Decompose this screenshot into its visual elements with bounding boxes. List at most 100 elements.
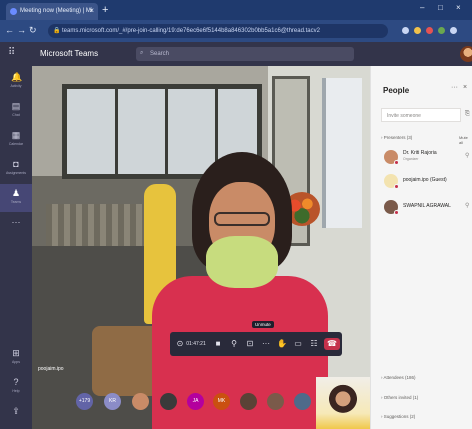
participant-role: Organizer xyxy=(403,157,419,161)
participant-avatar[interactable] xyxy=(294,393,311,410)
rail-label: Activity xyxy=(10,84,22,88)
more-options-icon[interactable]: ··· xyxy=(451,84,458,91)
minimize-icon[interactable]: – xyxy=(420,3,424,12)
upload-icon: ⇪ xyxy=(12,406,20,416)
close-tab-icon[interactable]: × xyxy=(89,6,94,15)
participant-name: poojaim.ipo (Guest) xyxy=(403,177,447,183)
rail-item-chat[interactable]: ▤ Chat xyxy=(0,97,32,125)
close-window-icon[interactable]: × xyxy=(456,3,461,12)
teams-icon: ♟ xyxy=(11,188,21,198)
rail-label: Chat xyxy=(12,113,20,117)
mute-all-button[interactable]: Mute all xyxy=(459,135,472,145)
close-icon[interactable]: × xyxy=(463,84,467,91)
share-invite-icon[interactable]: ⎘ xyxy=(465,111,470,118)
invite-input[interactable]: Invite someone xyxy=(381,108,461,122)
participant-avatar[interactable] xyxy=(132,393,149,410)
rail-item-activity[interactable]: 🔔 Activity xyxy=(0,68,32,96)
teams-favicon-icon xyxy=(10,8,17,15)
star-icon[interactable] xyxy=(414,27,421,34)
app-title: Microsoft Teams xyxy=(40,49,99,58)
hang-up-button[interactable]: ☎ xyxy=(324,338,340,350)
participant-avatar[interactable]: MK xyxy=(213,393,230,410)
extension-icon[interactable] xyxy=(438,27,445,34)
participant-name: SWAPNIL AGRAWAL xyxy=(403,203,451,209)
participant-avatar[interactable] xyxy=(240,393,257,410)
mic-muted-icon: ⚲ xyxy=(465,153,470,159)
invite-placeholder: Invite someone xyxy=(387,113,421,119)
rail-label: Calendar xyxy=(8,142,24,146)
back-icon[interactable]: ← xyxy=(5,25,14,35)
section-label: Suggestions (2) xyxy=(383,414,416,419)
rail-item-teams[interactable]: ♟ Teams xyxy=(0,184,32,212)
rail-item-help[interactable]: ? Help xyxy=(0,373,32,401)
user-avatar[interactable] xyxy=(460,46,472,62)
avatar-text: KR xyxy=(109,398,116,404)
rail-label: Assignments xyxy=(5,171,27,175)
more-icon: ··· xyxy=(11,217,21,227)
avatar-text: JA xyxy=(192,398,199,404)
self-view-video[interactable] xyxy=(316,377,370,429)
rail-item-apps[interactable]: ⊞ Apps xyxy=(0,344,32,372)
search-input[interactable]: ⌕ Search xyxy=(136,47,354,61)
rail-label: Help xyxy=(12,389,20,393)
browser-tab[interactable]: Meeting now (Meeting) | Mi × xyxy=(6,3,98,20)
app-window: Meeting now (Meeting) | Mi × + – □ × ← →… xyxy=(0,0,472,429)
section-label: Attendees (186) xyxy=(383,375,416,380)
attendees-section-header[interactable]: › Attendees (186) xyxy=(381,375,416,380)
participant-row[interactable]: poojaim.ipo (Guest) xyxy=(381,172,471,192)
presenter-name-tag: poojaim.ipo xyxy=(38,366,64,372)
presence-icon xyxy=(394,160,399,165)
presence-icon xyxy=(394,210,399,215)
participant-row[interactable]: SWAPNIL AGRAWAL ⚲ xyxy=(381,198,471,218)
extension-icon[interactable] xyxy=(426,27,433,34)
panel-title: People xyxy=(383,86,410,95)
url-text: teams.microsoft.com/_#/pre-join-calling/… xyxy=(62,28,320,34)
rail-label: Apps xyxy=(12,360,20,364)
search-placeholder: Search xyxy=(150,51,170,57)
camera-toggle-icon[interactable]: ■ xyxy=(212,338,224,350)
participant-row[interactable]: Dr. Kriti Rajoria Organizer ⚲ xyxy=(381,148,471,168)
participant-name: Dr. Kriti Rajoria xyxy=(403,150,437,156)
profile-icon[interactable] xyxy=(450,27,457,34)
chat-toggle-icon[interactable]: ▭ xyxy=(292,338,304,350)
reload-icon[interactable]: ↻ xyxy=(29,25,37,36)
more-actions-icon[interactable]: ··· xyxy=(260,338,272,350)
bell-icon: 🔔 xyxy=(11,72,23,82)
presenter-glasses xyxy=(214,212,270,226)
app-launcher-icon[interactable]: ⠿ xyxy=(8,48,18,58)
video-stage: poojaim.ipo Unmute ⊙ 01:47:21 ■ ⚲ ⊡ ··· … xyxy=(32,66,370,429)
call-timer: 01:47:21 xyxy=(186,341,206,347)
share-screen-icon[interactable]: ⊡ xyxy=(244,338,256,350)
forward-icon[interactable]: → xyxy=(17,25,26,35)
presenters-section-header[interactable]: › Presenters (3) xyxy=(381,135,412,140)
participant-overflow-avatar[interactable]: +179 xyxy=(76,393,93,410)
mic-muted-icon: ⚲ xyxy=(465,203,470,209)
rail-more[interactable]: ··· xyxy=(0,213,32,241)
suggestions-section-header[interactable]: › Suggestions (2) xyxy=(381,414,415,419)
url-field[interactable]: 🔒 teams.microsoft.com/_#/pre-join-callin… xyxy=(48,24,388,38)
unmute-tooltip: Unmute xyxy=(252,321,274,328)
lock-icon: 🔒 xyxy=(53,28,61,34)
rail-item-calendar[interactable]: ▦ Calendar xyxy=(0,126,32,154)
browser-tabstrip: Meeting now (Meeting) | Mi × + – □ × xyxy=(0,0,472,20)
raise-hand-icon[interactable]: ✋ xyxy=(276,338,288,350)
maximize-icon[interactable]: □ xyxy=(438,3,443,12)
call-controls-bar: ⊙ 01:47:21 ■ ⚲ ⊡ ··· ✋ ▭ ☷ ☎ xyxy=(170,332,342,356)
new-tab-icon[interactable]: + xyxy=(102,4,108,16)
rail-item-upload[interactable]: ⇪ xyxy=(0,402,32,429)
calendar-icon: ▦ xyxy=(11,130,21,140)
participant-avatar[interactable]: JA xyxy=(187,393,204,410)
participants-toggle-icon[interactable]: ☷ xyxy=(308,338,320,350)
section-label: Presenters (3) xyxy=(383,135,413,140)
participant-avatar[interactable] xyxy=(267,393,284,410)
participant-avatar[interactable]: KR xyxy=(104,393,121,410)
camera-blocked-icon[interactable] xyxy=(402,27,409,34)
participant-avatar[interactable] xyxy=(160,393,177,410)
section-label: Others invited (1) xyxy=(383,395,419,400)
others-invited-section-header[interactable]: › Others invited (1) xyxy=(381,395,418,400)
apps-icon: ⊞ xyxy=(12,348,20,358)
presence-icon xyxy=(394,184,399,189)
assignments-icon: ◘ xyxy=(13,159,19,169)
mic-muted-icon[interactable]: ⚲ xyxy=(228,338,240,350)
rail-item-assignments[interactable]: ◘ Assignments xyxy=(0,155,32,183)
